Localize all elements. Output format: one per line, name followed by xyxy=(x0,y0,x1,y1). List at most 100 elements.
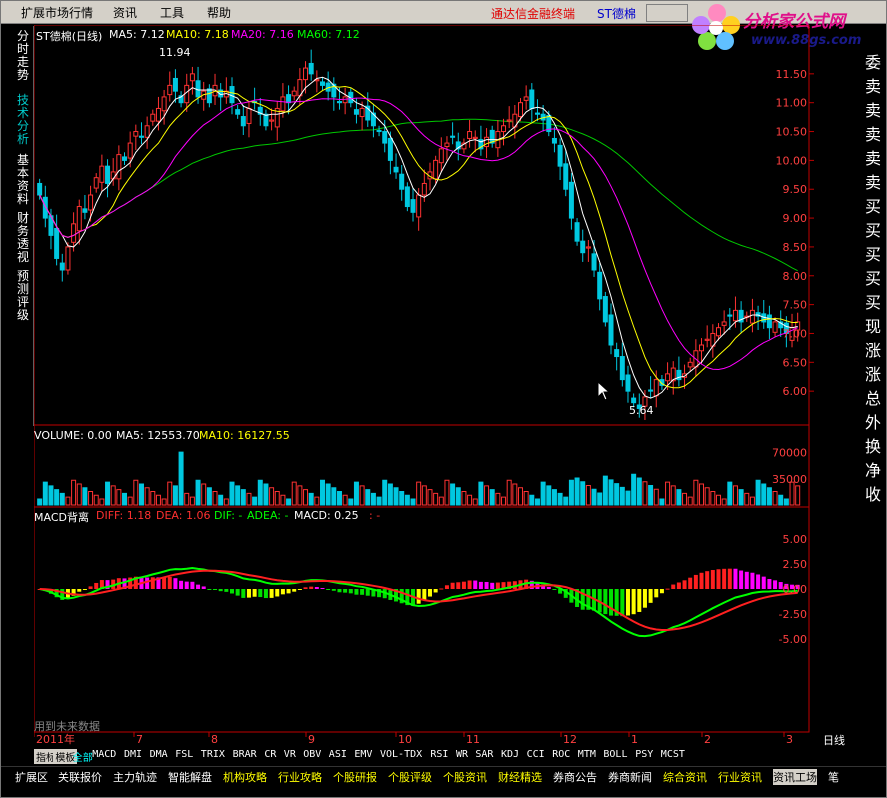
indicator-tab[interactable]: SAR xyxy=(475,749,493,760)
ma10-line xyxy=(39,85,798,389)
candle-body xyxy=(76,206,82,232)
indicator-tab[interactable]: ROC xyxy=(552,749,570,760)
indicator-tab[interactable]: BOLL xyxy=(603,749,627,760)
menu-help[interactable]: 帮助 xyxy=(207,4,231,21)
price-axis-label: 6.00 xyxy=(783,385,808,398)
candle-body xyxy=(687,361,693,368)
indicator-tab[interactable]: BRAR xyxy=(233,749,257,760)
candle-body xyxy=(732,309,738,322)
volume-bar xyxy=(127,496,133,506)
left-tab-technical[interactable]: 技术分析 xyxy=(15,94,31,146)
indicator-tab[interactable]: TRIX xyxy=(201,749,225,760)
status-tab[interactable]: 机构攻略 xyxy=(223,769,267,785)
left-tab-financial[interactable]: 财务透视 xyxy=(15,212,31,264)
indicator-tab[interactable]: OBV xyxy=(303,749,321,760)
price-panel-frame xyxy=(34,25,810,426)
left-tab-intraday[interactable]: 分时走势 xyxy=(15,30,31,82)
indicator-tab[interactable]: MTM xyxy=(578,749,596,760)
candle-body xyxy=(144,125,150,138)
low-annotation: 5.64 xyxy=(629,404,654,417)
candle-body xyxy=(665,373,671,382)
status-tab[interactable]: 行业攻略 xyxy=(278,769,322,785)
volume-bar xyxy=(376,496,382,506)
volume-bar xyxy=(433,492,439,506)
indicator-tab[interactable]: MACD xyxy=(92,749,116,760)
indicator-tab[interactable]: CCI xyxy=(527,749,545,760)
indicator-tab[interactable]: PSY xyxy=(635,749,653,760)
candle-body xyxy=(246,107,252,124)
volume-bar xyxy=(93,494,99,506)
indicator-tab[interactable]: RSI xyxy=(430,749,448,760)
indicator-tab[interactable]: DMI xyxy=(124,749,142,760)
volume-bar xyxy=(212,491,218,506)
period-label[interactable]: 日线 xyxy=(823,732,845,748)
status-tab[interactable]: 智能解盘 xyxy=(168,769,212,785)
macd-bar xyxy=(184,581,189,589)
indicator-tab[interactable]: KDJ xyxy=(501,749,519,760)
macd-bar xyxy=(269,589,274,598)
left-tab-rating[interactable]: 预测评级 xyxy=(15,270,31,322)
price-axis-label: 9.00 xyxy=(783,212,808,225)
macd-bar xyxy=(229,589,234,594)
chart-area[interactable]: 11.5011.0010.5010.009.509.008.508.007.50… xyxy=(34,25,860,747)
macd-extra: : - xyxy=(369,509,381,522)
macd-axis-label: -2.50 xyxy=(779,608,807,621)
macd-axis-label: 2.50 xyxy=(783,558,808,571)
indicator-tab[interactable]: MCST xyxy=(661,749,685,760)
volume-bar xyxy=(274,491,280,506)
volume-bar xyxy=(523,491,529,506)
indicator-tab[interactable]: CR xyxy=(264,749,276,760)
indicator-tab[interactable]: VOL-TDX xyxy=(380,749,422,760)
status-tab[interactable]: 财经精选 xyxy=(498,769,542,785)
volume-bar xyxy=(455,487,461,506)
indicator-tab[interactable]: FSL xyxy=(175,749,193,760)
status-tab[interactable]: 券商新闻 xyxy=(608,769,652,785)
volume-bar xyxy=(766,487,772,506)
quote-label: 买 xyxy=(864,269,881,288)
status-tab[interactable]: 资讯工场 xyxy=(773,769,817,785)
volume-bar xyxy=(370,492,376,506)
menu-tools[interactable]: 工具 xyxy=(160,4,184,21)
status-tab[interactable]: 关联报价 xyxy=(58,769,102,785)
indicator-tab[interactable]: 全部 xyxy=(73,749,93,764)
status-tab[interactable]: 个股研报 xyxy=(333,769,377,785)
status-tab[interactable]: 个股评级 xyxy=(388,769,432,785)
indicator-tab[interactable]: DMA xyxy=(150,749,168,760)
volume-bar xyxy=(450,483,456,506)
status-tab[interactable]: 行业资讯 xyxy=(718,769,762,785)
quote-label: 涨 xyxy=(864,341,881,360)
candle-body xyxy=(359,107,365,118)
indicator-tab[interactable]: VR xyxy=(284,749,296,760)
candle-body xyxy=(597,271,603,300)
volume-bar xyxy=(648,485,654,506)
status-tab[interactable]: 个股资讯 xyxy=(443,769,487,785)
volume-bar xyxy=(184,492,190,506)
volume-bar xyxy=(438,496,444,506)
status-tab[interactable]: 笔 xyxy=(828,769,839,785)
status-tab[interactable]: 券商公告 xyxy=(553,769,597,785)
indicator-tab[interactable]: EMV xyxy=(354,749,372,760)
volume-bar xyxy=(778,494,784,506)
volume-bar xyxy=(71,479,77,506)
indicator-tab[interactable]: ASI xyxy=(329,749,347,760)
status-tab[interactable]: 综合资讯 xyxy=(663,769,707,785)
window-controls[interactable] xyxy=(646,4,688,22)
brand-title: 通达信金融终端 xyxy=(491,7,576,21)
volume-bar xyxy=(421,485,427,506)
left-tab-basic-info[interactable]: 基本资料 xyxy=(15,154,31,206)
candle-body xyxy=(150,113,156,122)
volume-bar xyxy=(105,481,111,506)
macd-value: MACD: 0.25 xyxy=(294,509,359,522)
menu-info[interactable]: 资讯 xyxy=(113,4,137,21)
price-axis-label: 8.00 xyxy=(783,270,808,283)
price-axis-label: 8.50 xyxy=(783,241,808,254)
menu-ext-market[interactable]: 扩展市场行情 xyxy=(21,4,93,21)
status-tab[interactable]: 主力轨迹 xyxy=(113,769,157,785)
status-tab[interactable]: 扩展区 xyxy=(15,769,48,785)
candle-body xyxy=(602,296,608,323)
macd-bar xyxy=(297,589,302,590)
volume-bar xyxy=(110,485,116,506)
indicator-tab[interactable]: WR xyxy=(456,749,468,760)
volume-bar xyxy=(54,489,60,506)
volume-bar xyxy=(133,479,139,506)
